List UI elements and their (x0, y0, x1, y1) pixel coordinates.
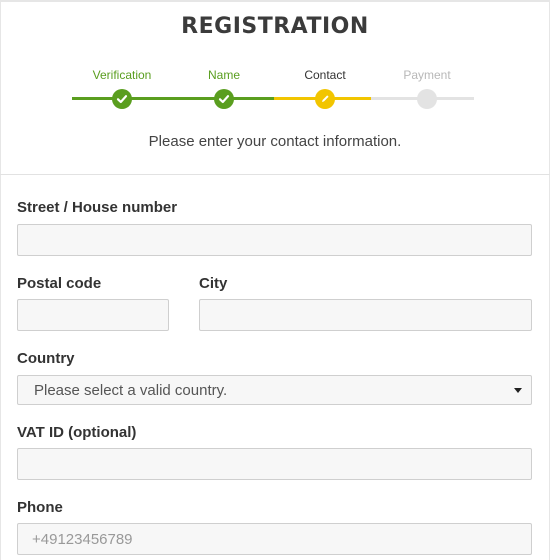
progress-stepper: Verification Name Contact Payment (0, 0, 550, 120)
street-label: Street / House number (17, 199, 178, 216)
street-field (17, 224, 532, 256)
postal-code-input[interactable] (18, 300, 168, 330)
pencil-icon (322, 95, 329, 102)
step-node-verification[interactable] (112, 89, 132, 109)
step-node-payment (417, 89, 437, 109)
step-node-name[interactable] (214, 89, 234, 109)
street-input[interactable] (18, 225, 531, 255)
vat-id-input[interactable] (18, 449, 531, 479)
city-label: City (199, 275, 228, 292)
caret-down-icon (514, 388, 522, 393)
country-select[interactable]: Please select a valid country. (17, 375, 532, 405)
city-field (199, 299, 532, 331)
phone-label: Phone (17, 499, 63, 516)
vat-id-field (17, 448, 532, 480)
step-connector-verification-name (122, 97, 224, 100)
page-subtitle: Please enter your contact information. (148, 133, 402, 150)
step-label-contact: Contact (304, 68, 346, 82)
step-node-contact (315, 89, 335, 109)
city-input[interactable] (200, 300, 531, 330)
country-label: Country (17, 350, 75, 367)
phone-input[interactable] (18, 524, 531, 554)
checkmark-icon (116, 95, 128, 104)
step-label-payment: Payment (403, 68, 451, 82)
country-selected-value: Please select a valid country. (34, 381, 228, 399)
postal-code-label: Postal code (17, 275, 102, 292)
phone-field (17, 523, 532, 555)
vat-id-label: VAT ID (optional) (17, 424, 137, 441)
checkmark-icon (218, 95, 230, 104)
section-divider (0, 174, 550, 175)
step-label-name: Name (207, 68, 240, 82)
step-label-verification: Verification (92, 68, 152, 82)
postal-code-field (17, 299, 169, 331)
